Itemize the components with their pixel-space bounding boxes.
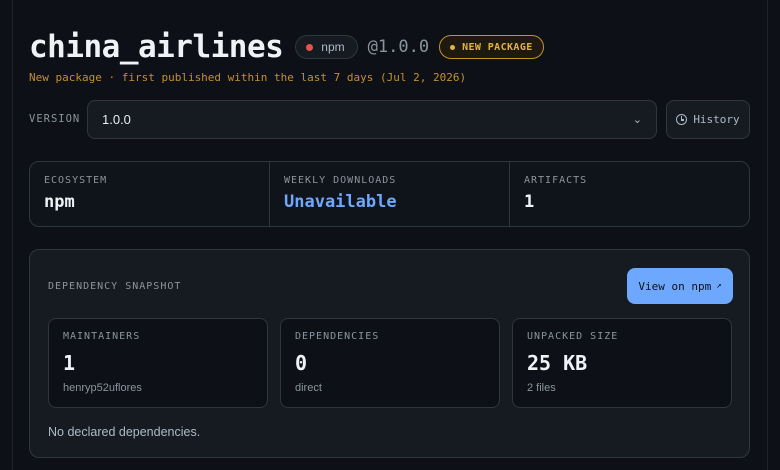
chevron-down-icon: ⌄: [632, 114, 642, 126]
card-value: 1: [63, 351, 76, 375]
external-link-icon: ↗: [716, 281, 722, 291]
maintainers-card: MAINTAINERS 1 henryp52uflores: [48, 318, 268, 408]
history-button[interactable]: History: [666, 100, 750, 139]
stat-value: npm: [44, 192, 75, 212]
package-subtitle: New package · first published within the…: [29, 71, 467, 84]
ecosystem-badge: npm: [295, 35, 358, 59]
card-label: DEPENDENCIES: [295, 331, 380, 342]
version-select[interactable]: 1.0.0 ⌄: [87, 100, 657, 139]
card-sub: henryp52uflores: [63, 382, 142, 394]
stat-label: ECOSYSTEM: [44, 175, 108, 186]
card-sub: 2 files: [527, 382, 556, 394]
stat-label: WEEKLY DOWNLOADS: [284, 175, 397, 186]
clock-icon: [676, 114, 688, 125]
package-name: china_airlines: [29, 29, 284, 65]
version-label: VERSION: [29, 113, 81, 125]
dependencies-card: DEPENDENCIES 0 direct: [280, 318, 500, 408]
new-package-badge: NEW PACKAGE: [439, 35, 544, 59]
snapshot-cards: MAINTAINERS 1 henryp52uflores DEPENDENCI…: [48, 318, 732, 408]
new-badge-label: NEW PACKAGE: [462, 41, 533, 53]
card-sub: direct: [295, 382, 322, 394]
card-value: 25 KB: [527, 351, 588, 375]
unpacked-size-card: UNPACKED SIZE 25 KB 2 files: [512, 318, 732, 408]
view-on-npm-label: View on npm: [638, 279, 712, 293]
dependency-snapshot-panel: DEPENDENCY SNAPSHOT View on npm ↗ MAINTA…: [29, 249, 750, 458]
stat-value: Unavailable: [284, 192, 397, 212]
history-button-label: History: [693, 113, 740, 126]
ecosystem-dot-icon: [306, 43, 314, 51]
stat-weekly-downloads: WEEKLY DOWNLOADS Unavailable: [270, 162, 510, 226]
version-tag: @1.0.0: [367, 37, 430, 57]
stat-value: 1: [524, 192, 535, 212]
no-dependencies-note: No declared dependencies.: [48, 425, 201, 439]
card-label: MAINTAINERS: [63, 331, 141, 342]
stat-label: ARTIFACTS: [524, 175, 588, 186]
package-header: china_airlines npm @1.0.0 NEW PACKAGE: [29, 28, 544, 66]
stats-panel: ECOSYSTEM npm WEEKLY DOWNLOADS Unavailab…: [29, 161, 750, 227]
view-on-npm-button[interactable]: View on npm ↗: [627, 268, 733, 304]
card-label: UNPACKED SIZE: [527, 331, 619, 342]
version-select-value: 1.0.0: [102, 112, 131, 127]
stat-ecosystem: ECOSYSTEM npm: [30, 162, 270, 226]
snapshot-title: DEPENDENCY SNAPSHOT: [48, 281, 182, 292]
ecosystem-badge-label: npm: [321, 40, 345, 54]
new-dot-icon: [450, 44, 456, 50]
card-value: 0: [295, 351, 308, 375]
stat-artifacts: ARTIFACTS 1: [510, 162, 749, 226]
